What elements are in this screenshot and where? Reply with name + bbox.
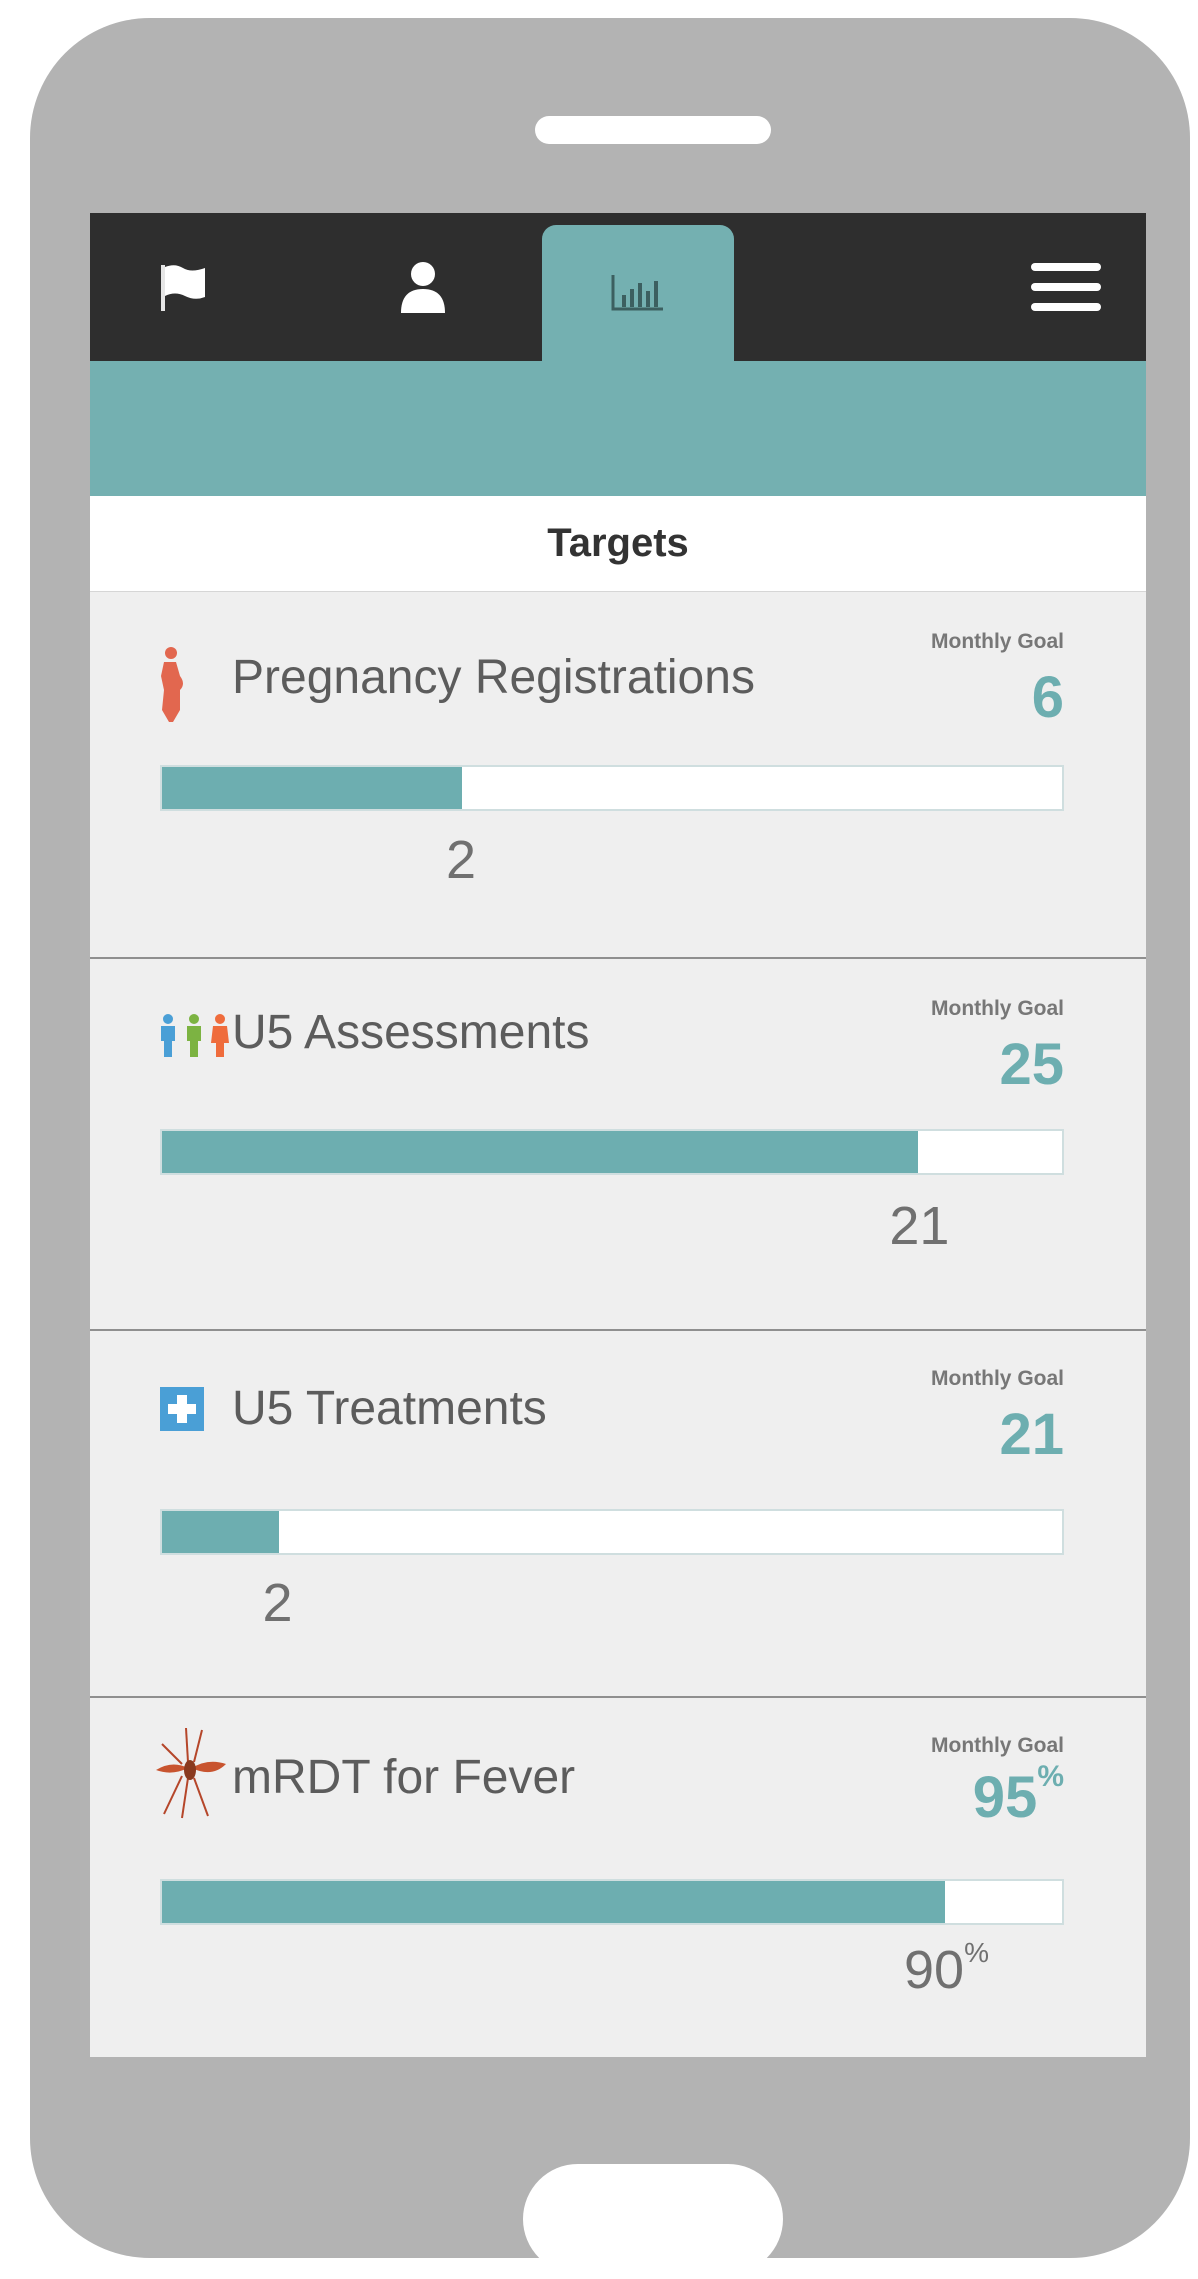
progress-bar [160, 1879, 1064, 1925]
monthly-goal-value: 95% [972, 1760, 1064, 1830]
progress-bar [160, 1509, 1064, 1555]
monthly-goal-label: Monthly Goal [931, 997, 1064, 1020]
page-title: Targets [547, 521, 689, 565]
top-navbar [90, 213, 1146, 361]
target-title: U5 Treatments [232, 1382, 547, 1435]
children-group-icon [161, 1014, 229, 1057]
current-count: 21 [889, 1196, 950, 1256]
tab-targets[interactable] [542, 225, 734, 361]
progress-bar-fill [162, 767, 462, 809]
tab-flag[interactable] [105, 213, 265, 361]
progress-bar [160, 765, 1064, 811]
target-title: Pregnancy Registrations [232, 651, 755, 704]
page-title-bar: Targets [90, 496, 1146, 592]
target-card-mrdt-for-fever[interactable]: mRDT for Fever Monthly Goal 95% 90% [90, 1698, 1146, 2057]
progress-bar [160, 1129, 1064, 1175]
target-title: U5 Assessments [232, 1006, 590, 1059]
medical-cross-icon [160, 1387, 204, 1431]
current-count: 2 [262, 1573, 293, 1633]
monthly-goal-value: 25 [999, 1032, 1064, 1097]
monthly-goal-label: Monthly Goal [931, 1367, 1064, 1390]
target-card-u5-treatments[interactable]: U5 Treatments Monthly Goal 21 2 [90, 1331, 1146, 1698]
target-card-u5-assessments[interactable]: U5 Assessments Monthly Goal 25 21 [90, 959, 1146, 1331]
monthly-goal-label: Monthly Goal [931, 630, 1064, 653]
mosquito-icon [156, 1727, 226, 1819]
flag-icon [161, 265, 205, 311]
app-screen: Targets Pregnancy Registrations Monthly … [90, 213, 1146, 2057]
pregnant-woman-icon [161, 647, 183, 722]
progress-bar-fill [162, 1131, 918, 1173]
current-count: 90% [903, 1937, 989, 2000]
progress-bar-fill [162, 1881, 945, 1923]
tab-profile[interactable] [343, 213, 503, 361]
menu-button[interactable] [986, 213, 1146, 361]
monthly-goal-value: 6 [1031, 665, 1064, 730]
target-title: mRDT for Fever [232, 1751, 576, 1804]
phone-speaker [535, 116, 771, 144]
target-card-pregnancy-registrations[interactable]: Pregnancy Registrations Monthly Goal 6 2 [90, 592, 1146, 959]
home-button[interactable] [523, 2164, 783, 2274]
progress-bar-fill [162, 1511, 279, 1553]
header-band [90, 361, 1146, 496]
current-count: 2 [446, 830, 477, 890]
bar-chart-icon [611, 275, 663, 311]
hamburger-menu-icon [1031, 263, 1101, 311]
monthly-goal-value: 21 [999, 1402, 1064, 1467]
monthly-goal-label: Monthly Goal [931, 1734, 1064, 1757]
person-icon [401, 262, 445, 313]
